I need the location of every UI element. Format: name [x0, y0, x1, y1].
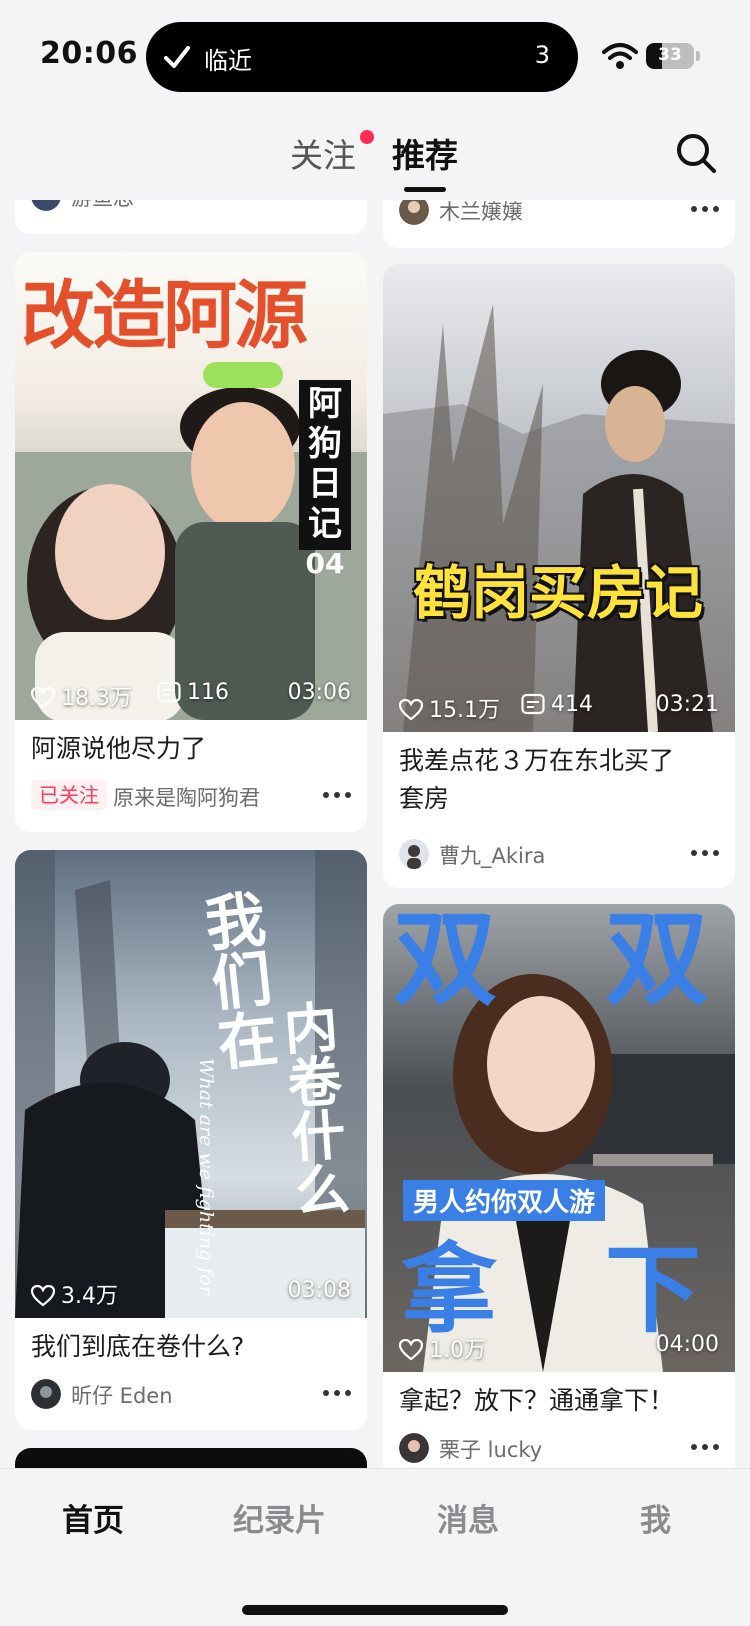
- video-card[interactable]: 鹤岗买房记 15.1万 414 03:21 我差点花３万在东北买了 套房 曹九_…: [383, 264, 735, 888]
- tab-me[interactable]: 我: [640, 1495, 671, 1540]
- more-icon[interactable]: [691, 206, 719, 214]
- battery-level: 33: [658, 45, 682, 65]
- video-card[interactable]: 木兰嬢嬢: [383, 200, 735, 248]
- author-row: 昕仔 Eden: [31, 1378, 351, 1410]
- author-row: 栗子 lucky: [399, 1432, 719, 1464]
- video-stats: 3.4万 03:08: [15, 1270, 367, 1314]
- video-title[interactable]: 我们到底在卷什么?: [31, 1328, 244, 1366]
- video-thumbnail[interactable]: 鹤岗买房记 15.1万 414 03:21: [383, 264, 735, 732]
- home-indicator[interactable]: [242, 1605, 508, 1615]
- video-title[interactable]: 我差点花３万在东北买了 套房: [399, 742, 674, 818]
- like-count: 18.3万: [30, 680, 132, 712]
- author-row: 游鱼忠: [31, 200, 351, 212]
- video-stats: 18.3万 116 03:06: [15, 672, 367, 716]
- video-duration: 03:21: [655, 692, 719, 717]
- author-name[interactable]: 栗子 lucky: [439, 1434, 542, 1464]
- tab-messages[interactable]: 消息: [437, 1495, 499, 1540]
- top-nav: 关注 推荐: [0, 115, 750, 200]
- comment-count: 414: [521, 692, 593, 717]
- island-label: 临近: [204, 47, 252, 75]
- like-count: 15.1万: [398, 692, 500, 724]
- tab-home[interactable]: 首页: [62, 1495, 124, 1540]
- tab-follow[interactable]: 关注: [290, 129, 356, 177]
- heart-icon: [30, 1284, 56, 1307]
- avatar[interactable]: [399, 200, 429, 225]
- thumbnail-script-text: What are we fighting for: [195, 1058, 217, 1295]
- thumbnail-top-left-text: 双: [393, 904, 498, 1020]
- status-bar: 20:06 临近 3 33: [0, 0, 750, 110]
- avatar[interactable]: [31, 200, 61, 211]
- bottom-tab-bar: 首页 纪录片 消息 我: [0, 1468, 750, 1626]
- more-icon[interactable]: [691, 1444, 719, 1452]
- video-duration: 03:08: [287, 1278, 351, 1303]
- thumbnail-title: 鹤岗买房记: [413, 559, 704, 627]
- author-name[interactable]: 昕仔 Eden: [71, 1380, 173, 1410]
- video-card[interactable]: 游鱼忠: [15, 200, 367, 234]
- active-tab-indicator: [404, 187, 446, 192]
- video-card[interactable]: [15, 1448, 367, 1468]
- more-icon[interactable]: [323, 792, 351, 800]
- video-card[interactable]: 双 双 男人约你双人游 拿 下 1.0万 04:00 拿起？放下？通通拿下！ 栗…: [383, 904, 735, 1468]
- video-duration: 03:06: [287, 680, 351, 705]
- avatar[interactable]: [399, 1433, 429, 1463]
- video-thumbnail[interactable]: 改造阿源 阿 狗 日 记 04 18.3万 116 03:06: [15, 252, 367, 720]
- thumbnail-right-text: 内卷什么: [272, 998, 352, 1219]
- video-duration: 04:00: [655, 1332, 719, 1357]
- follow-notification-dot: [360, 130, 374, 144]
- author-row: 曹九_Akira: [399, 838, 719, 870]
- heart-icon: [398, 1338, 424, 1361]
- comment-icon: [521, 693, 545, 715]
- avatar[interactable]: [399, 839, 429, 869]
- more-icon[interactable]: [691, 850, 719, 858]
- battery-icon: 33: [646, 43, 700, 69]
- thumbnail-side-text: 阿 狗 日 记 04: [305, 384, 345, 580]
- thumbnail-banner: 男人约你双人游: [403, 1180, 606, 1221]
- dynamic-island-activity[interactable]: 临近 3: [146, 22, 578, 92]
- comment-count: 116: [157, 680, 229, 705]
- thumbnail-art: [383, 304, 735, 732]
- heart-icon: [398, 698, 424, 721]
- video-thumbnail[interactable]: 双 双 男人约你双人游 拿 下 1.0万 04:00: [383, 904, 735, 1372]
- more-icon[interactable]: [323, 1390, 351, 1398]
- video-feed[interactable]: 游鱼忠 木兰嬢嬢 改造阿源: [0, 200, 750, 1468]
- author-name[interactable]: 原来是陶阿狗君: [113, 782, 260, 812]
- wifi-icon: [602, 43, 638, 69]
- thumbnail-top-right-text: 双: [605, 904, 710, 1020]
- tab-documentary[interactable]: 纪录片: [233, 1495, 326, 1540]
- comment-icon: [157, 681, 181, 703]
- like-count: 1.0万: [398, 1332, 486, 1364]
- followed-badge: 已关注: [31, 780, 107, 810]
- author-name[interactable]: 曹九_Akira: [439, 840, 545, 870]
- status-time: 20:06: [40, 36, 138, 71]
- author-name[interactable]: 木兰嬢嬢: [439, 200, 523, 226]
- like-count: 3.4万: [30, 1278, 118, 1310]
- author-row: 木兰嬢嬢: [399, 200, 719, 226]
- check-icon: [164, 46, 190, 68]
- avatar[interactable]: [31, 1379, 61, 1409]
- thumbnail-title: 改造阿源: [21, 273, 308, 359]
- video-stats: 1.0万 04:00: [383, 1324, 735, 1368]
- video-stats: 15.1万 414 03:21: [383, 684, 735, 728]
- search-icon[interactable]: [674, 131, 718, 175]
- island-count: 3: [534, 41, 550, 69]
- author-row: 已关注 原来是陶阿狗君: [31, 780, 351, 812]
- video-card[interactable]: 我们在 内卷什么 What are we fighting for 3.4万 0…: [15, 850, 367, 1430]
- video-thumbnail[interactable]: 我们在 内卷什么 What are we fighting for 3.4万 0…: [15, 850, 367, 1318]
- author-name[interactable]: 游鱼忠: [71, 200, 134, 212]
- video-title[interactable]: 阿源说他尽力了: [31, 730, 206, 768]
- video-title[interactable]: 拿起？放下？通通拿下！: [399, 1382, 674, 1420]
- heart-icon: [30, 686, 56, 709]
- tab-recommend[interactable]: 推荐: [392, 129, 458, 177]
- video-card[interactable]: 改造阿源 阿 狗 日 记 04 18.3万 116 03:06 阿源说他尽力了 …: [15, 252, 367, 832]
